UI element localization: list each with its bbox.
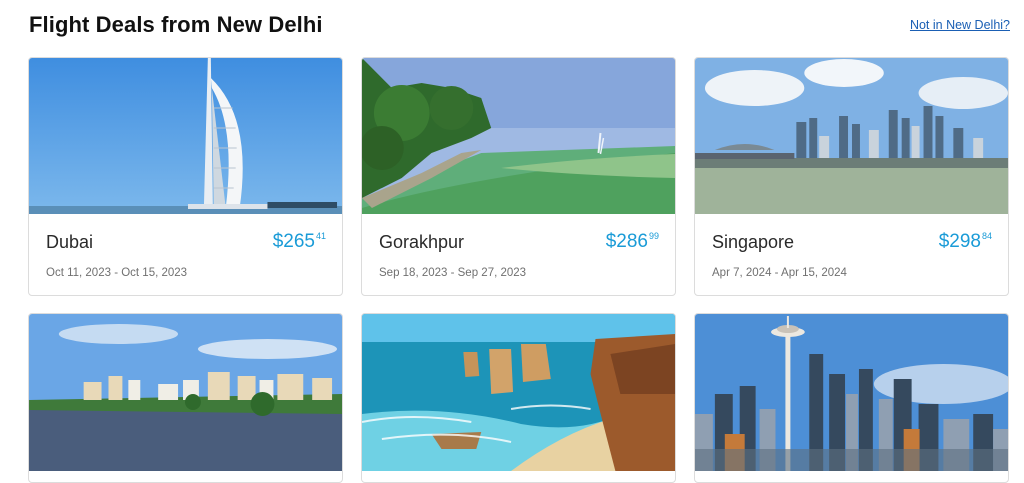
- destination-photo: [695, 314, 1008, 471]
- destination-city: Gorakhpur: [379, 232, 465, 252]
- travel-dates: Oct 11, 2023 - Oct 15, 2023: [46, 267, 188, 279]
- price-dollars: $286: [605, 231, 648, 252]
- deal-price: $28699: [606, 231, 659, 253]
- deal-card[interactable]: [28, 313, 343, 483]
- deal-card-singapore[interactable]: Singapore $29884 Apr 7, 2024 - Apr 15, 2…: [694, 57, 1009, 296]
- travel-dates: Sep 18, 2023 - Sep 27, 2023: [379, 267, 527, 279]
- price-dollars: $265: [272, 231, 315, 252]
- change-location-link[interactable]: Not in New Delhi?: [910, 18, 1010, 32]
- price-dollars: $298: [938, 231, 981, 252]
- destination-city: Dubai: [46, 232, 94, 252]
- destination-photo: [362, 58, 675, 214]
- destination-photo: [29, 58, 342, 214]
- price-cents: 84: [981, 230, 992, 241]
- deal-card-gorakhpur[interactable]: Gorakhpur $28699 Sep 18, 2023 - Sep 27, …: [361, 57, 676, 296]
- deal-card[interactable]: [694, 313, 1009, 483]
- destination-photo: [29, 314, 342, 471]
- deal-price: $29884: [939, 231, 992, 253]
- deal-price: $26541: [273, 231, 326, 253]
- deal-card[interactable]: [361, 313, 676, 483]
- page-title: Flight Deals from New Delhi: [29, 12, 323, 37]
- price-cents: 99: [648, 230, 659, 241]
- deal-card-dubai[interactable]: Dubai $26541 Oct 11, 2023 - Oct 15, 2023: [28, 57, 343, 296]
- destination-city: Singapore: [712, 232, 795, 252]
- travel-dates: Apr 7, 2024 - Apr 15, 2024: [712, 267, 847, 279]
- destination-photo: [362, 314, 675, 471]
- price-cents: 41: [315, 230, 326, 241]
- destination-photo: [695, 58, 1008, 214]
